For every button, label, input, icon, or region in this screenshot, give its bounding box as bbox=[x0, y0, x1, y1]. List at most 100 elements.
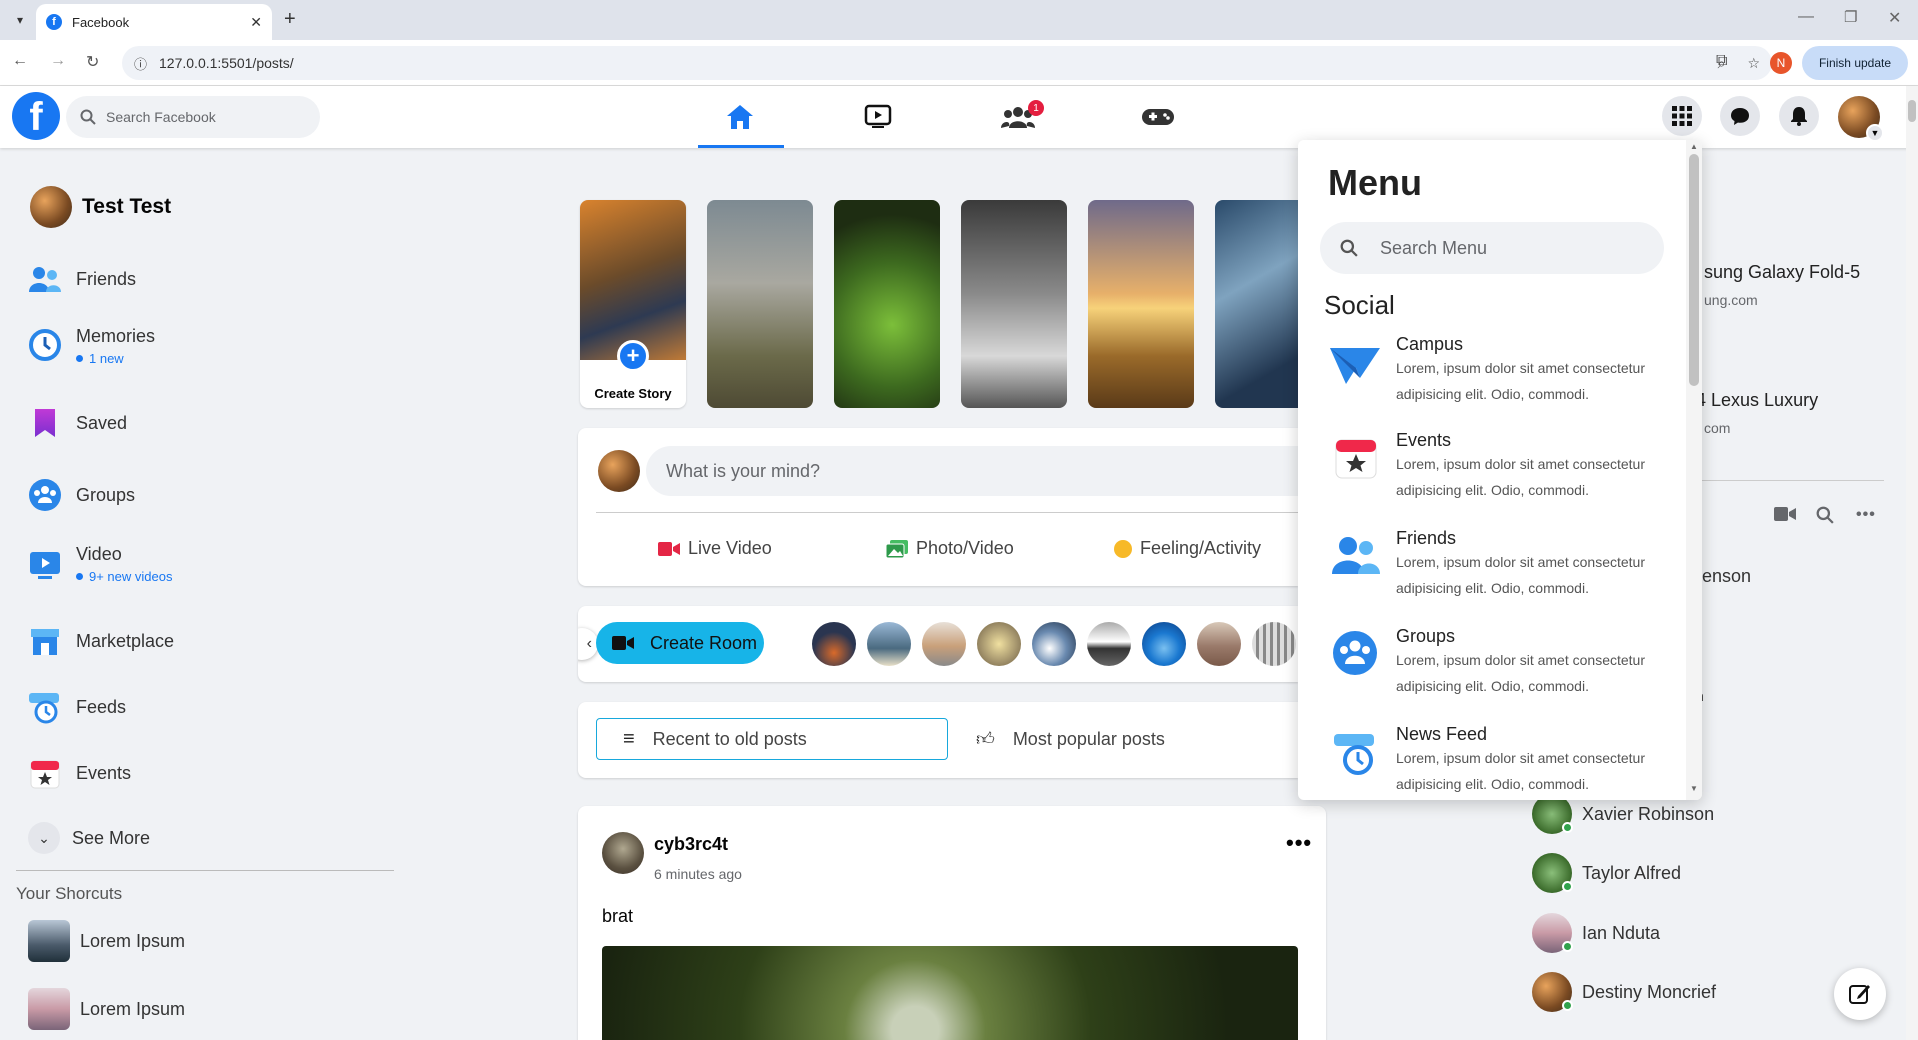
create-room-button[interactable]: Create Room bbox=[596, 622, 764, 664]
recent-posts-button[interactable]: ≡ Recent to old posts bbox=[596, 718, 948, 760]
close-window-icon[interactable]: ✕ bbox=[1888, 8, 1901, 28]
popular-posts-button[interactable]: 👍︎ Most popular posts bbox=[976, 728, 1165, 750]
room-avatar[interactable] bbox=[867, 622, 911, 666]
menu-item-campus[interactable]: Campus Lorem, ipsum dolor sit amet consec… bbox=[1328, 334, 1656, 407]
contact-item[interactable]: Ian Nduta bbox=[1532, 913, 1660, 953]
friends-nav[interactable]: 1 bbox=[990, 96, 1046, 138]
sidebar-item-video[interactable]: Video 9+ new videos bbox=[28, 544, 172, 584]
search-contacts-icon[interactable] bbox=[1816, 506, 1836, 526]
new-tab-icon[interactable]: + bbox=[284, 8, 296, 31]
forward-icon[interactable]: → bbox=[50, 52, 66, 70]
menu-scrollbar-thumb[interactable] bbox=[1689, 154, 1699, 386]
sponsored-title[interactable]: sung Galaxy Fold-5 bbox=[1704, 262, 1860, 283]
gaming-nav[interactable] bbox=[1130, 96, 1186, 138]
sidebar-item-friends[interactable]: Friends bbox=[28, 262, 136, 296]
contacts-options-icon[interactable]: ••• bbox=[1856, 506, 1876, 524]
story-card[interactable] bbox=[1215, 200, 1299, 408]
see-more-button[interactable]: ⌄ See More bbox=[28, 822, 150, 854]
sidebar-item-groups[interactable]: Groups bbox=[28, 478, 135, 512]
contact-item[interactable]: Taylor Alfred bbox=[1532, 853, 1681, 893]
watch-nav[interactable] bbox=[850, 96, 906, 138]
room-avatar[interactable] bbox=[1197, 622, 1241, 666]
scroll-left-icon[interactable]: ‹ bbox=[578, 628, 598, 660]
post-author[interactable]: cyb3rc4t bbox=[654, 834, 728, 855]
facebook-header: f Search Facebook 1 ▼ bbox=[0, 86, 1918, 148]
browser-tab[interactable]: f Facebook ✕ bbox=[36, 4, 272, 40]
home-nav[interactable] bbox=[712, 96, 768, 138]
photo-video-button[interactable]: Photo/Video bbox=[886, 538, 1014, 559]
facebook-logo-icon[interactable]: f bbox=[12, 92, 60, 140]
post-author-avatar[interactable] bbox=[602, 832, 644, 874]
room-avatar[interactable] bbox=[1087, 622, 1131, 666]
extensions-icon[interactable]: ⧉ bbox=[1716, 52, 1727, 70]
site-info-icon[interactable]: ⓘ bbox=[134, 54, 147, 73]
room-avatar[interactable] bbox=[1142, 622, 1186, 666]
feeling-activity-button[interactable]: Feeling/Activity bbox=[1114, 538, 1261, 559]
post-time[interactable]: 6 minutes ago bbox=[654, 866, 742, 882]
contact-item[interactable]: Destiny Moncrief bbox=[1532, 972, 1716, 1012]
post-image[interactable] bbox=[602, 946, 1298, 1040]
sidebar-item-feeds[interactable]: Feeds bbox=[28, 690, 126, 724]
sidebar-item-memories[interactable]: Memories 1 new bbox=[28, 326, 155, 366]
menu-search-input[interactable]: Search Menu bbox=[1320, 222, 1664, 274]
new-room-icon[interactable] bbox=[1774, 506, 1796, 528]
sidebar-item-events[interactable]: Events bbox=[28, 756, 131, 790]
bookmark-star-icon[interactable]: ☆ bbox=[1747, 55, 1760, 72]
story-card[interactable] bbox=[1088, 200, 1194, 408]
profile-avatar[interactable]: N bbox=[1770, 52, 1792, 74]
menu-item-news-feed[interactable]: News Feed Lorem, ipsum dolor sit amet con… bbox=[1328, 724, 1656, 797]
menu-item-desc: Lorem, ipsum dolor sit amet consectetur … bbox=[1396, 360, 1645, 402]
messenger-button[interactable] bbox=[1720, 96, 1760, 136]
page-scrollbar-thumb[interactable] bbox=[1908, 100, 1916, 122]
finish-update-button[interactable]: Finish update bbox=[1802, 46, 1908, 80]
room-avatar[interactable] bbox=[1032, 622, 1076, 666]
story-card[interactable] bbox=[961, 200, 1067, 408]
feeds-icon bbox=[1328, 724, 1382, 778]
menu-item-desc: Lorem, ipsum dolor sit amet consectetur … bbox=[1396, 456, 1645, 498]
menu-section-title: Social bbox=[1324, 290, 1395, 320]
address-bar[interactable]: ⓘ 127.0.0.1:5501/posts/ ⌕ ☆ bbox=[122, 46, 1772, 80]
search-input[interactable]: Search Facebook bbox=[66, 96, 320, 138]
room-avatar[interactable] bbox=[812, 622, 856, 666]
create-room-label: Create Room bbox=[650, 632, 758, 653]
video-icon bbox=[864, 104, 892, 128]
account-chevron-icon[interactable]: ▼ bbox=[1866, 124, 1884, 142]
sponsored-title[interactable]: 4 Lexus Luxury bbox=[1696, 390, 1818, 411]
notifications-button[interactable] bbox=[1779, 96, 1819, 136]
room-avatar[interactable] bbox=[1252, 622, 1296, 666]
composer-input[interactable]: What is your mind? bbox=[646, 446, 1298, 496]
restore-icon[interactable]: ❐ bbox=[1844, 8, 1857, 26]
contact-name-partial[interactable]: enson bbox=[1702, 566, 1751, 587]
create-story-card[interactable]: + Create Story bbox=[580, 200, 686, 408]
menu-item-events[interactable]: Events Lorem, ipsum dolor sit amet consec… bbox=[1328, 430, 1656, 503]
apps-menu-button[interactable] bbox=[1662, 96, 1702, 136]
contact-avatar bbox=[1532, 972, 1573, 1012]
online-dot-icon bbox=[1562, 822, 1573, 833]
room-avatar[interactable] bbox=[977, 622, 1021, 666]
scroll-up-icon[interactable]: ▲ bbox=[1690, 142, 1698, 151]
profile-link[interactable]: Test Test bbox=[30, 186, 171, 228]
shortcut-item[interactable]: Lorem Ipsum bbox=[28, 988, 185, 1030]
sidebar-item-saved[interactable]: Saved bbox=[28, 406, 127, 440]
scroll-down-icon[interactable]: ▼ bbox=[1690, 784, 1698, 793]
grid-icon bbox=[1672, 106, 1692, 126]
story-card[interactable] bbox=[834, 200, 940, 408]
story-card[interactable] bbox=[707, 200, 813, 408]
url-text: 127.0.0.1:5501/posts/ bbox=[159, 55, 294, 71]
back-icon[interactable]: ← bbox=[12, 52, 28, 70]
shortcut-item[interactable]: Lorem Ipsum bbox=[28, 920, 185, 962]
reload-icon[interactable]: ↻ bbox=[86, 52, 99, 72]
menu-item-groups[interactable]: Groups Lorem, ipsum dolor sit amet consec… bbox=[1328, 626, 1656, 699]
close-tab-icon[interactable]: ✕ bbox=[250, 14, 262, 31]
live-video-button[interactable]: Live Video bbox=[658, 538, 772, 559]
new-message-button[interactable] bbox=[1834, 968, 1886, 1020]
post-options-icon[interactable]: ••• bbox=[1286, 830, 1312, 856]
room-avatar[interactable] bbox=[922, 622, 966, 666]
menu-scrollbar[interactable]: ▲ ▼ bbox=[1686, 140, 1702, 800]
contact-item[interactable]: Xavier Robinson bbox=[1532, 794, 1714, 834]
sidebar-item-marketplace[interactable]: Marketplace bbox=[28, 624, 174, 658]
page-scrollbar[interactable] bbox=[1906, 86, 1918, 1040]
menu-item-friends[interactable]: Friends Lorem, ipsum dolor sit amet conse… bbox=[1328, 528, 1656, 601]
minimize-icon[interactable]: — bbox=[1798, 8, 1814, 26]
tab-list-chevron-icon[interactable]: ▾ bbox=[10, 10, 30, 30]
